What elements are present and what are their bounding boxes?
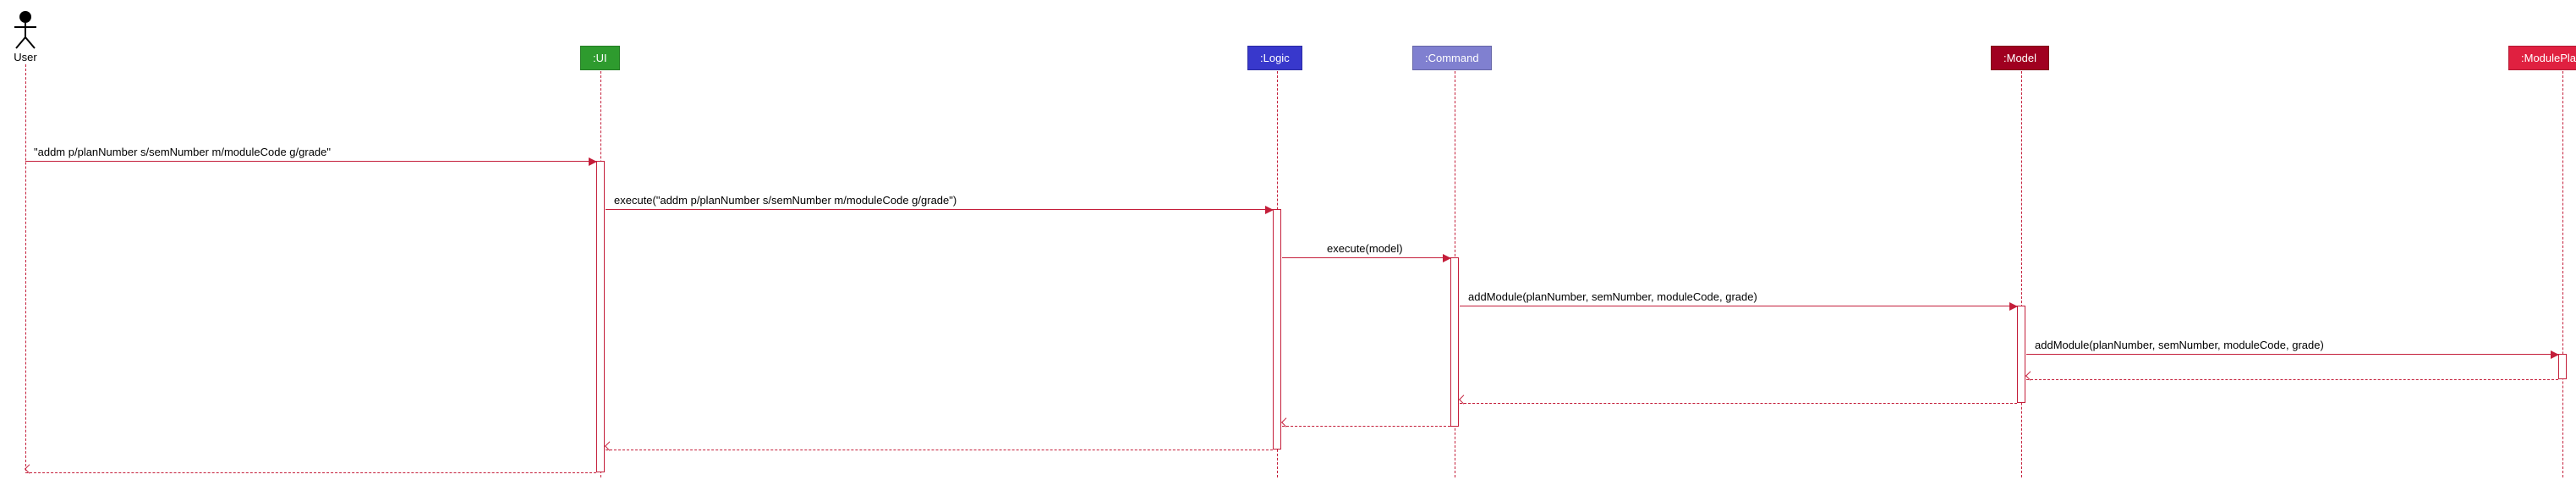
activation-logic (1273, 209, 1281, 450)
participant-command: :Command (1412, 46, 1492, 70)
message-3-label: execute(model) (1327, 242, 1403, 255)
activation-command (1450, 257, 1459, 427)
message-5-label: addModule(planNumber, semNumber, moduleC… (2035, 339, 2324, 351)
return-planner-model (2026, 379, 2558, 380)
activation-model (2017, 306, 2025, 403)
return-command-logic (1282, 426, 1450, 427)
lifeline-user (25, 64, 26, 471)
participant-ui: :UI (580, 46, 620, 70)
participant-planner-label: :ModulePlanner (2521, 52, 2576, 64)
message-5 (2026, 354, 2558, 355)
participant-logic: :Logic (1247, 46, 1302, 70)
user-icon (13, 10, 38, 49)
message-4-label: addModule(planNumber, semNumber, moduleC… (1468, 290, 1757, 303)
message-1 (25, 161, 596, 162)
message-2-label: execute("addm p/planNumber s/semNumber m… (614, 194, 956, 207)
message-2 (606, 209, 1273, 210)
actor-user: User (8, 10, 42, 63)
participant-planner: :ModulePlanner (2508, 46, 2576, 70)
participant-ui-label: :UI (593, 52, 607, 64)
lifeline-planner (2562, 71, 2563, 477)
participant-model-label: :Model (2003, 52, 2036, 64)
participant-model: :Model (1991, 46, 2049, 70)
message-3 (1282, 257, 1450, 258)
lifeline-model (2021, 71, 2022, 477)
participant-logic-label: :Logic (1260, 52, 1290, 64)
return-model-command (1460, 403, 2017, 404)
participant-command-label: :Command (1425, 52, 1479, 64)
activation-planner (2558, 354, 2567, 379)
actor-label: User (14, 51, 36, 63)
message-1-label: "addm p/planNumber s/semNumber m/moduleC… (34, 146, 331, 158)
return-ui-user (25, 472, 596, 473)
activation-ui (596, 161, 605, 472)
